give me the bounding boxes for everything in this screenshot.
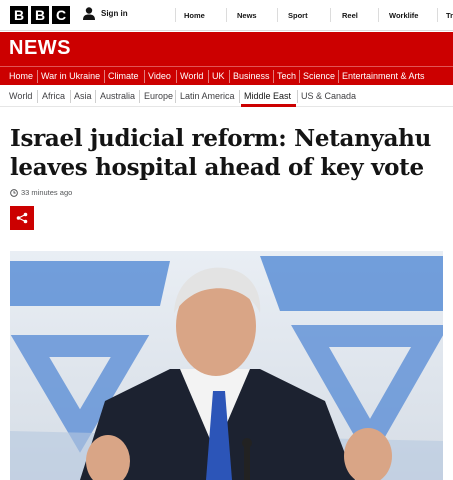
sub-nav-middle-east[interactable]: Middle East: [244, 91, 291, 101]
divider: [95, 90, 96, 103]
divider: [277, 8, 278, 22]
divider: [144, 70, 145, 83]
divider: [239, 90, 240, 103]
top-nav-reel[interactable]: Reel: [342, 11, 358, 20]
divider: [70, 90, 71, 103]
news-banner: NEWS: [0, 32, 453, 66]
sub-nav-australia[interactable]: Australia: [100, 91, 135, 101]
divider: [175, 90, 176, 103]
sub-nav-world[interactable]: World: [9, 91, 32, 101]
logo-letter-b1: B: [10, 6, 28, 24]
main-nav-business[interactable]: Business: [233, 71, 270, 81]
top-nav-sport[interactable]: Sport: [288, 11, 308, 20]
divider: [378, 8, 379, 22]
divider: [297, 90, 298, 103]
top-nav-home[interactable]: Home: [184, 11, 205, 20]
divider: [37, 90, 38, 103]
main-nav: Home War in Ukraine Climate Video World …: [0, 66, 453, 85]
article-headline: Israel judicial reform: Netanyahu leaves…: [10, 125, 432, 181]
divider: [104, 70, 105, 83]
signin-link[interactable]: Sign in: [83, 7, 128, 20]
top-bar: B B C Sign in Home News Sport Reel Workl…: [0, 0, 453, 31]
main-nav-entertainment[interactable]: Entertainment & Arts: [342, 71, 425, 81]
signin-label: Sign in: [101, 9, 128, 18]
main-nav-war-in-ukraine[interactable]: War in Ukraine: [41, 71, 100, 81]
divider: [437, 8, 438, 22]
divider: [208, 70, 209, 83]
sub-nav-asia[interactable]: Asia: [74, 91, 92, 101]
divider: [175, 8, 176, 22]
main-nav-tech[interactable]: Tech: [277, 71, 296, 81]
news-title[interactable]: NEWS: [9, 37, 71, 60]
divider: [176, 70, 177, 83]
sub-nav: World Africa Asia Australia Europe Latin…: [0, 86, 453, 107]
divider: [139, 90, 140, 103]
top-nav-news[interactable]: News: [237, 11, 257, 20]
user-icon: [83, 7, 95, 20]
netanyahu-photo: [10, 251, 443, 480]
divider: [338, 70, 339, 83]
main-nav-uk[interactable]: UK: [212, 71, 225, 81]
divider: [226, 8, 227, 22]
share-icon: [16, 212, 28, 224]
logo-letter-c: C: [52, 6, 70, 24]
top-nav-worklife[interactable]: Worklife: [389, 11, 418, 20]
timestamp-text: 33 minutes ago: [21, 188, 73, 197]
divider: [330, 8, 331, 22]
main-nav-home[interactable]: Home: [9, 71, 33, 81]
sub-nav-us-canada[interactable]: US & Canada: [301, 91, 356, 101]
main-nav-video[interactable]: Video: [148, 71, 171, 81]
active-tab-indicator: [241, 104, 296, 107]
article-timestamp: 33 minutes ago: [10, 188, 72, 197]
sub-nav-latin-america[interactable]: Latin America: [180, 91, 235, 101]
sub-nav-africa[interactable]: Africa: [42, 91, 65, 101]
main-nav-science[interactable]: Science: [303, 71, 335, 81]
main-nav-world[interactable]: World: [180, 71, 203, 81]
bbc-logo[interactable]: B B C: [10, 6, 70, 24]
top-nav-travel[interactable]: Tr: [446, 11, 453, 20]
clock-icon: [10, 188, 18, 197]
main-nav-climate[interactable]: Climate: [108, 71, 139, 81]
sub-nav-europe[interactable]: Europe: [144, 91, 173, 101]
divider: [229, 70, 230, 83]
logo-letter-b2: B: [31, 6, 49, 24]
article-photo: [10, 251, 443, 480]
share-button[interactable]: [10, 206, 34, 230]
divider: [299, 70, 300, 83]
divider: [37, 70, 38, 83]
divider: [273, 70, 274, 83]
